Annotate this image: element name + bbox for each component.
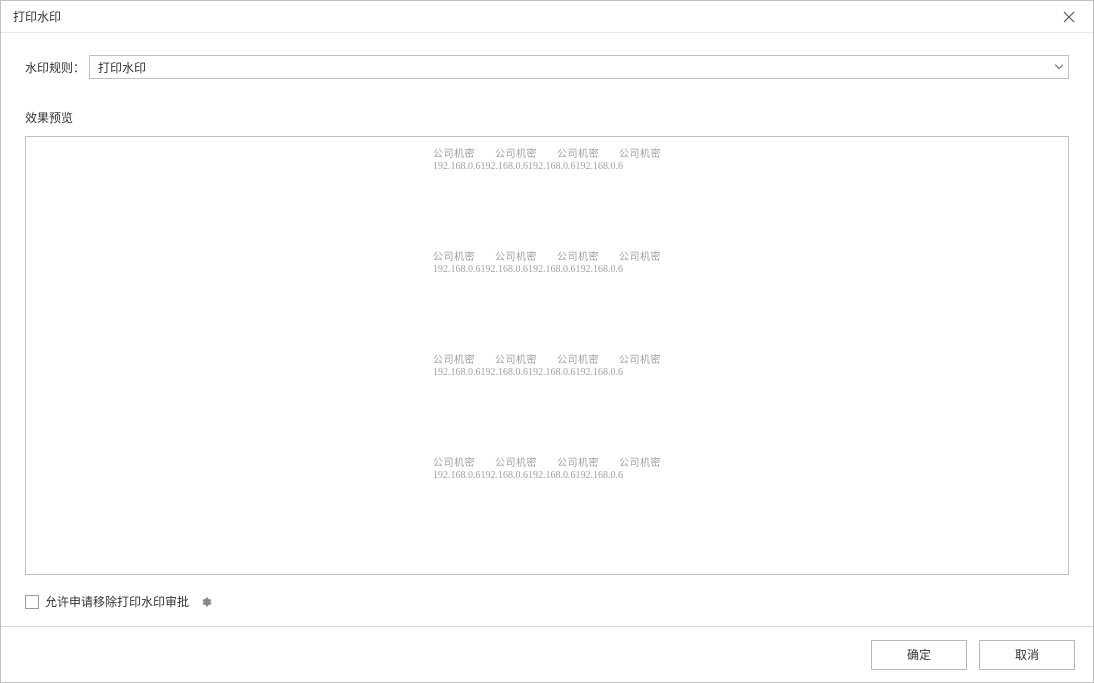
watermark-text: 公司机密 [619,351,661,366]
watermark-text-row: 公司机密 公司机密 公司机密 公司机密 [433,145,661,160]
watermark-rule-select[interactable] [89,55,1069,79]
titlebar: 打印水印 [1,1,1093,33]
watermark-block: 公司机密 公司机密 公司机密 公司机密 192.168.0.6192.168.0… [433,351,661,378]
preview-label: 效果预览 [25,109,1069,126]
watermark-ip-row: 192.168.0.6192.168.0.6192.168.0.6192.168… [433,367,661,378]
watermark-rule-select-wrapper [89,55,1069,79]
dialog-content: 水印规则： 效果预览 公司机密 公司机密 公司机密 公司机密 [1,33,1093,626]
watermark-ip: 192.168.0.6 [481,367,529,378]
preview-area: 公司机密 公司机密 公司机密 公司机密 192.168.0.6192.168.0… [25,136,1069,575]
watermark-text: 公司机密 [433,454,475,469]
watermark-text: 公司机密 [495,351,537,366]
watermark-ip: 192.168.0.6 [576,264,624,275]
watermark-text: 公司机密 [557,454,599,469]
print-watermark-dialog: 打印水印 水印规则： 效果预览 公司机密 公司机密 公司机密 [0,0,1094,683]
close-button[interactable] [1057,5,1081,29]
gear-icon [200,595,214,609]
watermark-ip: 192.168.0.6 [481,264,529,275]
watermark-text-row: 公司机密 公司机密 公司机密 公司机密 [433,454,661,469]
dialog-title: 打印水印 [13,8,61,25]
watermark-text: 公司机密 [557,145,599,160]
watermark-ip-row: 192.168.0.6192.168.0.6192.168.0.6192.168… [433,470,661,481]
watermark-block: 公司机密 公司机密 公司机密 公司机密 192.168.0.6192.168.0… [433,145,661,172]
watermark-text: 公司机密 [433,145,475,160]
watermark-grid: 公司机密 公司机密 公司机密 公司机密 192.168.0.6192.168.0… [433,145,661,557]
watermark-text: 公司机密 [495,248,537,263]
watermark-text: 公司机密 [433,351,475,366]
watermark-text-row: 公司机密 公司机密 公司机密 公司机密 [433,248,661,263]
cancel-button[interactable]: 取消 [979,640,1075,670]
watermark-ip: 192.168.0.6 [433,470,481,481]
watermark-text: 公司机密 [557,248,599,263]
approval-checkbox[interactable] [25,595,39,609]
watermark-ip: 192.168.0.6 [433,264,481,275]
approval-checkbox-label: 允许申请移除打印水印审批 [45,593,189,610]
watermark-text: 公司机密 [433,248,475,263]
watermark-text: 公司机密 [619,248,661,263]
watermark-rule-row: 水印规则： [25,55,1069,79]
watermark-ip: 192.168.0.6 [528,264,576,275]
watermark-text: 公司机密 [557,351,599,366]
watermark-text: 公司机密 [495,454,537,469]
watermark-block: 公司机密 公司机密 公司机密 公司机密 192.168.0.6192.168.0… [433,454,661,481]
watermark-ip: 192.168.0.6 [576,161,624,172]
watermark-text: 公司机密 [495,145,537,160]
watermark-ip: 192.168.0.6 [528,470,576,481]
watermark-text: 公司机密 [619,454,661,469]
ok-button[interactable]: 确定 [871,640,967,670]
approval-settings-button[interactable] [199,594,215,610]
watermark-ip: 192.168.0.6 [433,367,481,378]
watermark-rule-label: 水印规则： [25,59,89,76]
watermark-ip: 192.168.0.6 [576,470,624,481]
watermark-ip: 192.168.0.6 [576,367,624,378]
dialog-footer: 确定 取消 [1,626,1093,682]
close-icon [1063,11,1075,23]
watermark-ip: 192.168.0.6 [528,367,576,378]
approval-checkbox-row: 允许申请移除打印水印审批 [25,593,1069,610]
watermark-ip-row: 192.168.0.6192.168.0.6192.168.0.6192.168… [433,161,661,172]
watermark-ip-row: 192.168.0.6192.168.0.6192.168.0.6192.168… [433,264,661,275]
watermark-text-row: 公司机密 公司机密 公司机密 公司机密 [433,351,661,366]
watermark-text: 公司机密 [619,145,661,160]
watermark-block: 公司机密 公司机密 公司机密 公司机密 192.168.0.6192.168.0… [433,248,661,275]
watermark-ip: 192.168.0.6 [481,470,529,481]
watermark-ip: 192.168.0.6 [481,161,529,172]
watermark-ip: 192.168.0.6 [528,161,576,172]
watermark-ip: 192.168.0.6 [433,161,481,172]
